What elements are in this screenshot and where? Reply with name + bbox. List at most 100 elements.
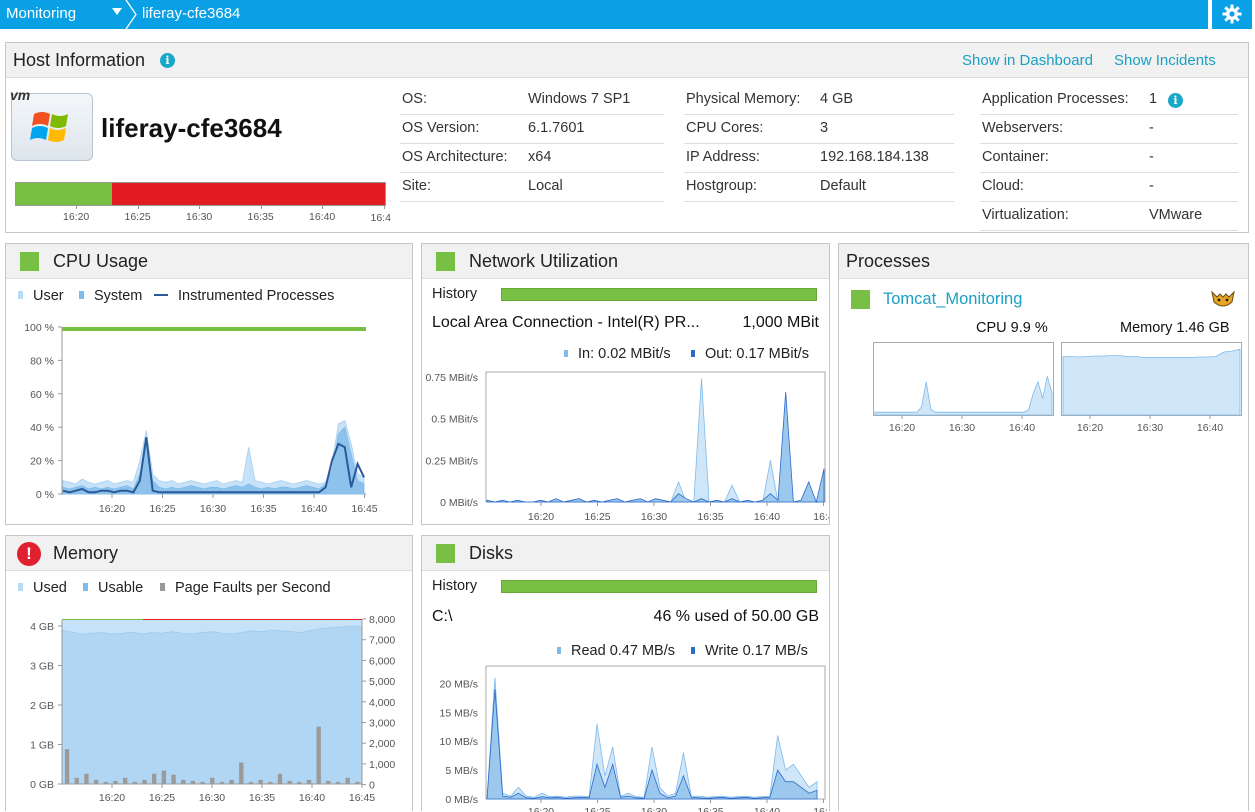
x-tick-label: 16:25 (584, 511, 610, 523)
row-divider (980, 143, 1238, 144)
timeline-tick-mark (383, 205, 385, 209)
status-ok-icon (20, 252, 39, 271)
y2-tick-label: 1,000 (369, 759, 395, 771)
disks-chart: 20 MB/s 15 MB/s 10 MB/s 5 MB/s 0 MB/s 16:20 16… (439, 665, 829, 812)
page-fault-bar (306, 779, 312, 784)
y2-tick-label: 4,000 (369, 697, 395, 709)
network-utilization-panel: Network Utilization History Local Area C… (421, 243, 830, 525)
show-incidents-link[interactable]: Show Incidents (1114, 52, 1216, 69)
process-memory-chart: 16:20 16:30 16:40 (1061, 342, 1242, 434)
process-link-tomcat[interactable]: Tomcat_Monitoring (883, 290, 1022, 309)
host-name: liferay-cfe3684 (101, 113, 282, 143)
y2-tick-label: 5,000 (369, 676, 395, 688)
x-tick-label: 16:25 (149, 503, 175, 515)
y-tick-label: 2 GB (30, 700, 54, 712)
host-health-timeline (15, 182, 386, 205)
vm-logo: vm (10, 87, 31, 103)
host-detail-label: IP Address: (686, 149, 760, 165)
x-tick-label: 16:40 (1197, 422, 1223, 434)
processes-panel: Processes Tomcat_Monitoring CPU 9.9 % Me… (838, 243, 1249, 811)
breadcrumb-monitoring[interactable]: Monitoring (6, 5, 76, 22)
x-tick-label: 16:25 (584, 806, 610, 812)
host-detail-label: OS Architecture: (402, 149, 508, 165)
row-divider (400, 201, 664, 202)
timeline-tick-label: 16:40 (309, 211, 336, 223)
legend-user: User (18, 288, 64, 304)
timeline-tick-mark (76, 205, 77, 209)
x-tick-label: 16:40 (754, 806, 780, 812)
memory-title: Memory (53, 543, 119, 563)
x-tick-label: 16:35 (250, 503, 276, 515)
alert-icon: ! (17, 542, 41, 566)
page-fault-bar (122, 777, 128, 784)
process-cpu-label: CPU 9.9 % (976, 320, 1048, 336)
legend-read: Read 0.47 MB/s (557, 643, 675, 659)
y-tick-label: 0.5 MBit/s (431, 414, 478, 426)
x-tick-label: 16:40 (754, 511, 780, 523)
x-tick-label: 16:30 (641, 806, 667, 812)
page-fault-bar (84, 773, 89, 784)
timeline-tick-mark (199, 205, 200, 209)
page-fault-bar (210, 777, 215, 784)
row-divider (684, 143, 954, 144)
y2-tick-label: 0 (369, 780, 375, 792)
legend-usable: Usable (83, 580, 143, 596)
page-fault-bar (316, 726, 321, 784)
host-detail-value: - (1149, 178, 1154, 194)
x-tick-label: 16:40 (299, 792, 325, 804)
legend-write: Write 0.17 MB/s (691, 643, 808, 659)
network-history-label: History (432, 286, 478, 302)
y2-tick-label: 6,000 (369, 655, 395, 667)
y-tick-label: 0.25 MBit/s (425, 455, 478, 467)
y-tick-label: 60 % (30, 389, 54, 401)
x-tick-label: 16:20 (528, 511, 554, 523)
disk-drive-name: C:\ (432, 608, 453, 625)
page-fault-bar (345, 777, 350, 784)
host-detail-value: 1 (1149, 91, 1158, 107)
network-connection-speed: 1,000 MBit (742, 314, 819, 331)
info-icon[interactable]: i (1168, 93, 1183, 108)
cpu-health-bar (62, 327, 366, 331)
disks-title: Disks (469, 543, 513, 563)
timeline-tick-label: 16:35 (247, 211, 274, 223)
x-tick-label: 16:40 (301, 503, 327, 515)
status-ok-icon (851, 290, 870, 309)
x-tick-label: 16:20 (99, 792, 125, 804)
host-information-header: Host Information i Show in Dashboard Sho… (6, 43, 1248, 78)
breadcrumb-current[interactable]: liferay-cfe3684 (142, 5, 240, 22)
y-tick-label: 1 GB (30, 740, 54, 752)
breadcrumb-separator-icon (125, 0, 137, 29)
page-fault-bar (239, 762, 244, 784)
network-history-bar[interactable] (501, 288, 817, 301)
cpu-usage-title: CPU Usage (53, 251, 149, 271)
info-icon[interactable]: i (160, 53, 175, 68)
network-header: Network Utilization (422, 244, 829, 279)
disks-history-label: History (432, 578, 478, 594)
row-divider (684, 201, 954, 202)
host-detail-label: Physical Memory: (686, 91, 801, 107)
host-detail-label: Application Processes: (982, 91, 1129, 107)
memory-chart: 4 GB 3 GB 2 GB 1 GB 0 GB 8,000 7,000 6,000 5,000… (30, 614, 395, 804)
x-tick-label: 16:30 (641, 511, 667, 523)
x-tick-label: 16:25 (149, 792, 175, 804)
host-detail-value: 6.1.7601 (528, 120, 585, 136)
y-tick-label: 5 MB/s (445, 765, 478, 777)
page-fault-bar (258, 779, 263, 784)
process-memory-area (1062, 348, 1241, 416)
show-in-dashboard-link[interactable]: Show in Dashboard (962, 52, 1093, 69)
row-divider (400, 172, 664, 173)
row-divider (980, 230, 1238, 231)
gear-icon[interactable] (1212, 0, 1252, 29)
legend-out: Out: 0.17 MBit/s (691, 346, 809, 362)
host-detail-value: Local (528, 178, 563, 194)
x-tick-label: 16:20 (889, 422, 915, 434)
host-detail-value: 3 (820, 120, 829, 136)
y-tick-label: 3 GB (30, 661, 54, 673)
row-divider (980, 172, 1238, 173)
disks-history-bar[interactable] (501, 580, 817, 593)
y-tick-label: 20 % (30, 456, 54, 468)
timeline-tick-label: 16:30 (186, 211, 213, 223)
y-tick-label: 4 GB (30, 621, 54, 633)
cpu-usage-panel: CPU Usage User System Instrumented Proce… (5, 243, 413, 525)
chevron-down-icon[interactable] (112, 8, 122, 15)
